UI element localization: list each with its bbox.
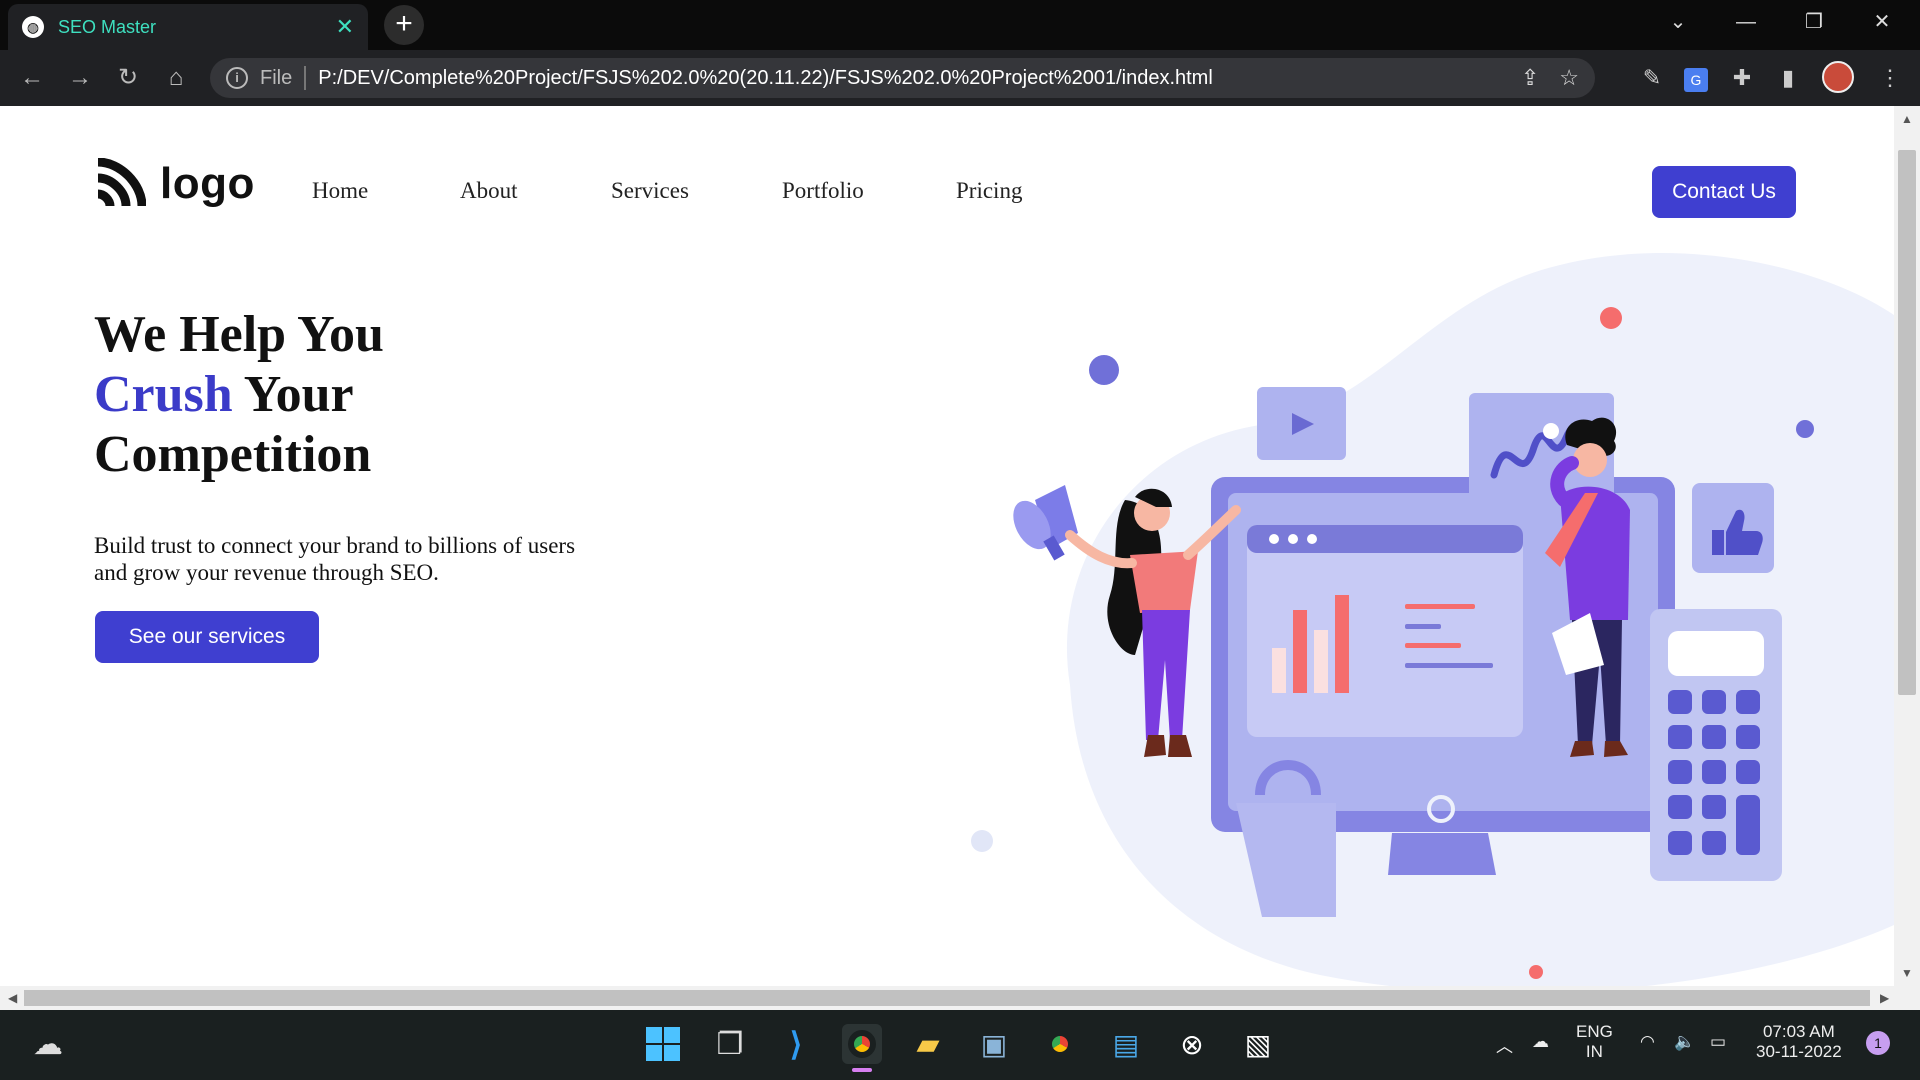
vscode-icon[interactable]: ⟩ [776,1024,816,1064]
start-icon[interactable] [643,1024,683,1064]
reload-icon[interactable]: ↻ [110,60,146,96]
nav-home[interactable]: Home [312,178,368,204]
globe-icon: ◍ [22,16,44,38]
battery-icon[interactable]: ▭ [1710,1032,1726,1052]
language-bottom: IN [1585,1042,1603,1061]
address-url[interactable]: P:/DEV/Complete%20Project/FSJS%202.0%20(… [318,67,1213,90]
headline-line-2: Your [232,366,354,423]
side-panel-icon[interactable]: ▮ [1770,60,1806,96]
scroll-left-arrow-icon[interactable]: ◀ [8,991,17,1005]
bookmark-star-icon[interactable]: ☆ [1559,65,1579,91]
nav-about[interactable]: About [460,178,518,204]
language-top: ENG [1576,1022,1613,1041]
see-our-services-button[interactable]: See our services [95,611,319,663]
scroll-down-arrow-icon[interactable]: ▼ [1901,966,1913,980]
onedrive-icon[interactable]: ☁ [1532,1032,1549,1052]
extensions-puzzle-icon[interactable]: ✚ [1724,60,1760,96]
info-icon[interactable]: i [226,67,248,89]
close-window-button[interactable]: ✕ [1848,0,1916,44]
nav-services[interactable]: Services [611,178,689,204]
headline-line-1: We Help You [94,306,384,363]
file-explorer-icon[interactable]: ▰ [908,1024,948,1064]
xbox-icon[interactable]: ⊗ [1172,1024,1212,1064]
windows-taskbar [0,1010,1920,1080]
notepad-icon[interactable]: ▤ [1106,1024,1146,1064]
horizontal-scroll-thumb[interactable] [24,990,1870,1006]
active-app-indicator [852,1068,872,1072]
clock-time: 07:03 AM [1762,1022,1835,1041]
hero-subtext: Build trust to connect your brand to bil… [94,533,576,585]
profile-avatar[interactable] [1822,61,1854,93]
photos-icon[interactable]: ▧ [1238,1024,1278,1064]
weather-icon[interactable]: ☁ [28,1024,68,1064]
scroll-right-arrow-icon[interactable]: ▶ [1880,991,1889,1005]
back-icon[interactable]: ← [14,60,50,96]
chrome-active-icon[interactable] [842,1024,882,1064]
address-bar[interactable]: i File P:/DEV/Complete%20Project/FSJS%20… [210,58,1595,98]
hero-headline: We Help You Crush Your Competition [94,305,384,485]
nav-portfolio[interactable]: Portfolio [782,178,864,204]
address-divider [304,66,307,90]
contact-us-button[interactable]: Contact Us [1652,166,1796,218]
notification-badge[interactable]: 1 [1866,1031,1890,1055]
chrome-icon[interactable] [1040,1024,1080,1064]
logo-mark-icon [97,158,146,207]
scroll-up-arrow-icon[interactable]: ▲ [1901,112,1913,126]
nav-pricing[interactable]: Pricing [956,178,1022,204]
share-icon[interactable]: ⇪ [1521,65,1539,91]
tab-title: SEO Master [58,16,157,37]
clock-date: 30-11-2022 [1756,1042,1842,1061]
language-indicator[interactable]: ENG IN [1576,1022,1613,1062]
browser-tab[interactable]: ◍ SEO Master ✕ [8,4,368,50]
logo-text: logo [160,159,255,208]
address-scheme: File [260,66,293,89]
hero-illustration [971,253,1894,986]
restore-button[interactable]: ❐ [1780,0,1848,44]
new-tab-button[interactable]: + [384,5,424,45]
home-icon[interactable]: ⌂ [158,60,194,96]
close-tab-icon[interactable]: ✕ [336,14,354,40]
vertical-scroll-thumb[interactable] [1898,150,1916,695]
forward-icon[interactable]: → [62,60,98,96]
headline-accent: Crush [94,366,233,423]
wifi-icon[interactable]: ◠ [1640,1032,1655,1052]
site-logo[interactable]: logo [94,158,255,210]
minimize-button[interactable]: — [1712,0,1780,44]
tab-search-icon[interactable]: ⌄ [1644,0,1712,44]
pen-extension-icon[interactable]: ✎ [1634,60,1670,96]
browser-menu-icon[interactable]: ⋮ [1872,60,1908,96]
task-view-icon[interactable]: ❐ [710,1024,750,1064]
volume-icon[interactable]: 🔈 [1674,1032,1695,1052]
headline-line-3: Competition [94,426,372,483]
clock[interactable]: 07:03 AM 30-11-2022 [1756,1022,1842,1062]
show-hidden-icons-icon[interactable]: ︿ [1496,1032,1513,1057]
app-icon[interactable]: ▣ [974,1024,1014,1064]
translate-extension-icon[interactable]: G [1678,60,1714,96]
